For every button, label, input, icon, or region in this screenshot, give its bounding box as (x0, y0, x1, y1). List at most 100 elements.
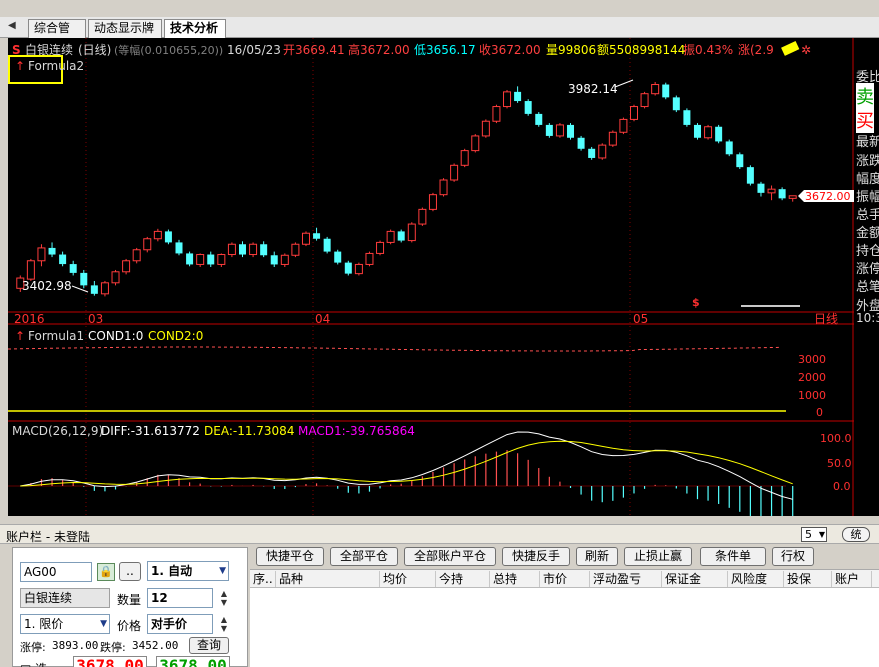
pencil-icon[interactable] (781, 40, 800, 56)
positions-table[interactable]: 序.. 品种 均价 今持 总持 市价 浮动盈亏 保证金 风险度 投保 账户 (250, 569, 879, 667)
column-header[interactable]: 均价 (380, 571, 436, 587)
sell-order-button[interactable]: 3678.00 (156, 656, 230, 667)
column-header[interactable]: 投保 (784, 571, 832, 587)
exercise-button[interactable]: 行权 (772, 547, 814, 566)
contract-picker-button[interactable]: .. (119, 562, 141, 581)
statistics-button[interactable]: 统 (842, 527, 870, 542)
positions-table-header: 序.. 品种 均价 今持 总持 市价 浮动盈亏 保证金 风险度 投保 账户 (250, 570, 879, 588)
close-all-button[interactable]: 全部平仓 (330, 547, 398, 566)
column-header[interactable]: 序.. (250, 571, 276, 587)
lock-icon[interactable]: 🔒 (97, 563, 115, 581)
contract-code-value: AG00 (24, 565, 57, 579)
contract-code-input[interactable]: AG00 (20, 562, 92, 582)
bottom-option-label: □ 选 (20, 660, 47, 667)
close-value: 3672.00 (491, 43, 541, 57)
settings-icon[interactable]: ✲ (801, 43, 811, 57)
high-label: 高 (348, 42, 360, 57)
price-type-value: 1. 限价 (24, 617, 64, 631)
macd-title: MACD(26,12,9) (12, 424, 103, 438)
column-header[interactable]: 账户 (832, 571, 872, 587)
open-close-mode-select[interactable]: 1. 自动 (147, 561, 229, 581)
column-header[interactable]: 浮动盈亏 (590, 571, 662, 587)
position-toolbar: 快捷平仓 全部平仓 全部账户平仓 快捷反手 刷新 止损止赢 条件单 行权 (250, 545, 879, 569)
statistics-button-label: 统 (850, 528, 862, 541)
toolbar-label: 快捷平仓 (265, 549, 314, 563)
candle-body (48, 247, 56, 255)
side-item: 金额 (856, 226, 879, 241)
candle-body (567, 124, 575, 138)
toolbar-label: 刷新 (584, 549, 609, 563)
stop-loss-profit-button[interactable]: 止损止赢 (624, 547, 692, 566)
candle-body (662, 84, 670, 98)
column-header[interactable]: 总持 (490, 571, 540, 587)
candle-body (365, 252, 374, 265)
candle-body (37, 247, 46, 262)
candle-body (270, 255, 278, 265)
toolbar-label: 全部账户平仓 (413, 549, 486, 563)
macd-tick-100: 100.0 (820, 432, 852, 445)
candle-body (577, 137, 585, 149)
close-all-accounts-button[interactable]: 全部账户平仓 (404, 547, 496, 566)
query-button[interactable]: 查询 (189, 637, 229, 654)
tab-scroll-left-icon[interactable]: ◀ (8, 20, 16, 31)
candle-body (503, 91, 512, 108)
candle-body (471, 135, 480, 152)
amount-label: 额 (597, 43, 609, 57)
quick-close-button[interactable]: 快捷平仓 (256, 547, 324, 566)
quantity-input[interactable]: 12 (147, 588, 213, 608)
tab-dynamic-board[interactable]: 动态显示牌 (88, 19, 162, 38)
formula2-label: Formula2 (28, 59, 84, 73)
tab-technical-analysis[interactable]: 技术分析 (164, 19, 226, 38)
candle-body (153, 230, 162, 240)
quantity-stepper[interactable]: ▲ ▼ (219, 589, 229, 607)
chart-period: (日线) (78, 43, 111, 57)
chart-area[interactable]: S 白银连续 (日线) (等幅(0.010655,20)) 16/05/23 开… (8, 38, 854, 516)
column-header[interactable]: 保证金 (662, 571, 728, 587)
column-header[interactable]: 风险度 (728, 571, 784, 587)
candle-body (59, 254, 67, 265)
quote-side-panel: 委比卖买最新涨跌幅度振幅总手金额持仓涨停总笔外盘10:3 (854, 38, 879, 516)
high-value: 3672.00 (360, 43, 410, 57)
high-annotation: 3982.14 (568, 82, 618, 96)
candle-body (291, 243, 300, 256)
page-select[interactable]: 5 (801, 527, 827, 542)
candle-body (418, 208, 427, 225)
candle-body (313, 233, 321, 239)
price-chart[interactable]: S 白银连续 (日线) (等幅(0.010655,20)) 16/05/23 开… (8, 38, 854, 516)
column-header[interactable]: 品种 (276, 571, 380, 587)
quick-reverse-button[interactable]: 快捷反手 (502, 547, 570, 566)
price-type-select[interactable]: 1. 限价 (20, 614, 110, 634)
macd-macd1: MACD1:-39.765864 (298, 424, 415, 438)
candle-body (376, 241, 385, 254)
candle-body (788, 195, 797, 199)
contract-name-display: 白银连续 (20, 588, 110, 608)
candle-body (640, 93, 649, 108)
limit-down-label: 跌停: (100, 641, 126, 654)
tab-overview[interactable]: 综合管理 (28, 19, 86, 52)
high-annotation-leader (614, 79, 634, 88)
buy-order-button[interactable]: 3678.00 (73, 656, 147, 667)
candle-body (80, 272, 88, 286)
toolbar-label: 条件单 (714, 549, 751, 563)
change-value: (2.9 (750, 43, 774, 57)
open-label: 开 (283, 43, 295, 57)
candle-body (186, 253, 194, 265)
column-header[interactable]: 市价 (540, 571, 590, 587)
refresh-button[interactable]: 刷新 (576, 547, 618, 566)
candle-body (736, 154, 744, 168)
candle-body (450, 164, 459, 181)
candle-body (460, 150, 469, 166)
column-header[interactable]: 今持 (436, 571, 490, 587)
formula1-tick-0: 0 (816, 406, 823, 419)
price-stepper[interactable]: ▲ ▼ (219, 615, 229, 633)
conditional-order-button[interactable]: 条件单 (700, 547, 766, 566)
price-input[interactable]: 对手价 (147, 614, 213, 634)
side-item: 涨停 (856, 262, 879, 277)
candle-body (26, 260, 35, 280)
formula1-tick-3000: 3000 (798, 353, 826, 366)
bar-date: 16/05/23 (227, 43, 281, 57)
candle-body (481, 120, 490, 137)
toolbar-label: 行权 (780, 549, 805, 563)
x-axis-period-tag: 日线 (814, 312, 838, 326)
candle-body (175, 242, 183, 254)
